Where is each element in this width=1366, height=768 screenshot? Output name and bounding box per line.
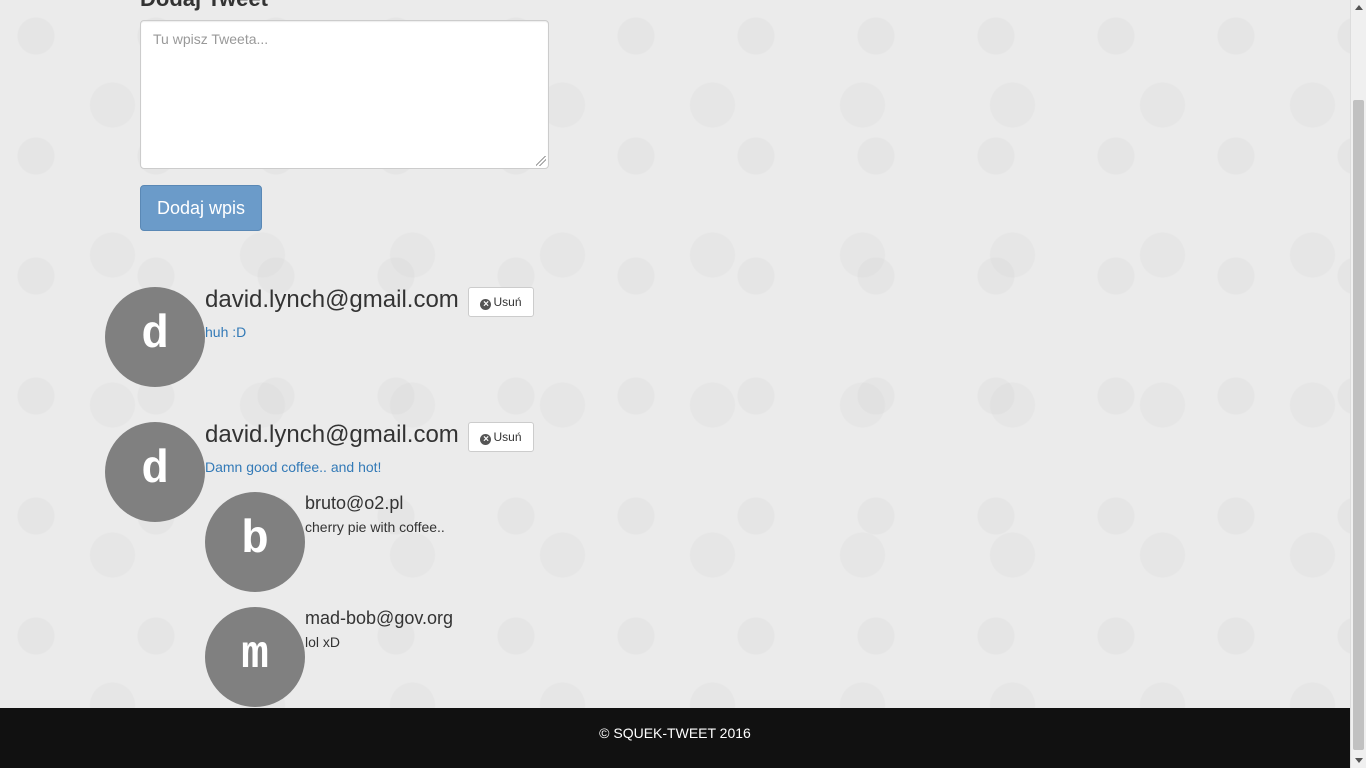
reply-author: mad-bob@gov.org [305,608,454,628]
textarea-resize-handle[interactable] [536,156,546,166]
footer: © SQUEK-TWEET 2016 [0,708,1350,768]
tweet-author: david.lynch@gmail.com [205,286,459,313]
tweet-text[interactable]: huh :D [205,323,246,341]
scroll-up-icon[interactable] [1355,5,1363,10]
tweet-author: david.lynch@gmail.com [205,421,459,448]
add-tweet-button[interactable]: Dodaj wpis [140,185,262,231]
remove-circle-icon: × [480,434,492,445]
delete-tweet-button[interactable]: × Usuń [468,422,534,452]
avatar: d [105,422,205,522]
form-heading: Dodaj Tweet [140,0,268,10]
tweet-input[interactable] [140,20,549,169]
footer-copyright: © SQUEK-TWEET 2016 [599,725,751,741]
scroll-down-icon[interactable] [1355,758,1363,763]
vertical-scrollbar[interactable] [1350,0,1366,768]
scroll-thumb[interactable] [1353,100,1364,750]
reply-text: cherry pie with coffee.. [305,519,445,535]
avatar: b [205,492,305,592]
tweet-text[interactable]: Damn good coffee.. and hot! [205,458,381,476]
page-content: Dodaj Tweet Dodaj wpis d david.lynch@gma… [0,0,1350,708]
avatar: d [105,287,205,387]
delete-tweet-button[interactable]: × Usuń [468,287,534,317]
avatar: m [205,607,305,707]
delete-label: Usuń [493,430,522,444]
delete-label: Usuń [493,295,522,309]
remove-circle-icon: × [480,299,492,310]
reply-author: bruto@o2.pl [305,493,404,513]
reply-text: lol xD [305,634,341,650]
